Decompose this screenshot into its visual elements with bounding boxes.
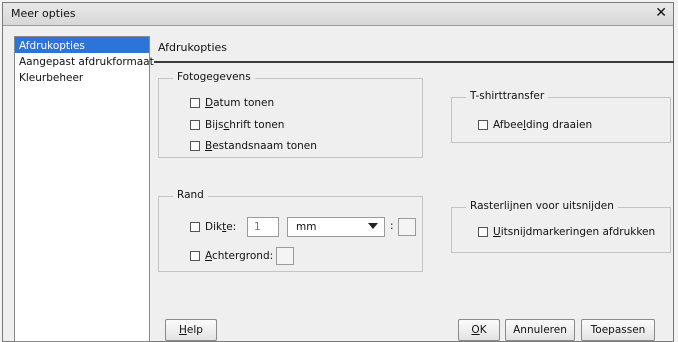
help-button[interactable]: Help xyxy=(165,319,217,341)
bestandsnaam-label: Bestandsnaam tonen xyxy=(205,140,317,152)
checkbox-box[interactable] xyxy=(190,98,200,108)
dikte-value-input[interactable]: 1 xyxy=(247,217,279,237)
datum-tonen-checkbox[interactable]: Datum tonen xyxy=(190,97,274,109)
background-color-swatch[interactable] xyxy=(276,247,294,265)
title-bar: Meer opties ✕ xyxy=(3,3,673,26)
checkbox-box[interactable] xyxy=(190,141,200,151)
annuleren-button[interactable]: Annuleren xyxy=(505,319,575,341)
rasterlijnen-legend: Rasterlijnen voor uitsnijden xyxy=(466,200,618,212)
datum-label: Datum tonen xyxy=(205,97,275,109)
achtergrond-label: Achtergrond: xyxy=(205,250,274,262)
colon-separator: : xyxy=(390,220,394,232)
checkbox-box[interactable] xyxy=(478,120,488,130)
panel-divider xyxy=(154,61,674,63)
sidebar-item-label: Kleurbeheer xyxy=(19,72,84,84)
tshirttransfer-legend: T-shirttransfer xyxy=(466,90,549,102)
ok-button[interactable]: OK xyxy=(458,319,500,341)
checkbox-box[interactable] xyxy=(190,222,200,232)
panel-title: Afdrukopties xyxy=(158,41,228,54)
sidebar-item-aangepast-afdrukformaat[interactable]: Aangepast afdrukformaat xyxy=(15,53,154,69)
sidebar: Afdrukopties Aangepast afdrukformaat Kle… xyxy=(14,36,154,342)
sidebar-item-label: Afdrukopties xyxy=(19,40,85,52)
bijschrift-tonen-checkbox[interactable]: Bijschrift tonen xyxy=(190,119,284,131)
chevron-down-icon xyxy=(368,223,378,229)
border-color-swatch[interactable] xyxy=(398,218,416,236)
dikte-checkbox[interactable]: Dikte: xyxy=(190,221,236,233)
checkbox-box[interactable] xyxy=(190,251,200,261)
achtergrond-checkbox[interactable]: Achtergrond: xyxy=(190,250,273,262)
window-title: Meer opties xyxy=(11,7,76,20)
uitsnijdmarkeringen-checkbox[interactable]: Uitsnijdmarkeringen afdrukken xyxy=(478,226,655,238)
afbeelding-draaien-checkbox[interactable]: Afbeelding draaien xyxy=(478,119,592,131)
sidebar-item-kleurbeheer[interactable]: Kleurbeheer xyxy=(15,69,149,85)
unit-select-value: mm xyxy=(296,221,317,233)
rand-legend: Rand xyxy=(173,189,208,201)
sidebar-item-afdrukopties[interactable]: Afdrukopties xyxy=(15,37,149,53)
fotogegevens-legend: Fotogegevens xyxy=(173,71,255,83)
bijschrift-label: Bijschrift tonen xyxy=(205,119,285,131)
unit-select[interactable]: mm xyxy=(287,217,385,237)
toepassen-button[interactable]: Toepassen xyxy=(581,319,655,341)
bestandsnaam-tonen-checkbox[interactable]: Bestandsnaam tonen xyxy=(190,140,317,152)
dikte-label: Dikte: xyxy=(205,221,237,233)
afbeelding-draaien-label: Afbeelding draaien xyxy=(493,119,593,131)
uitsnijdmarkeringen-label: Uitsnijdmarkeringen afdrukken xyxy=(493,226,656,238)
checkbox-box[interactable] xyxy=(478,227,488,237)
close-icon[interactable]: ✕ xyxy=(655,5,667,21)
sidebar-item-label: Aangepast afdrukformaat xyxy=(19,56,154,68)
checkbox-box[interactable] xyxy=(190,120,200,130)
